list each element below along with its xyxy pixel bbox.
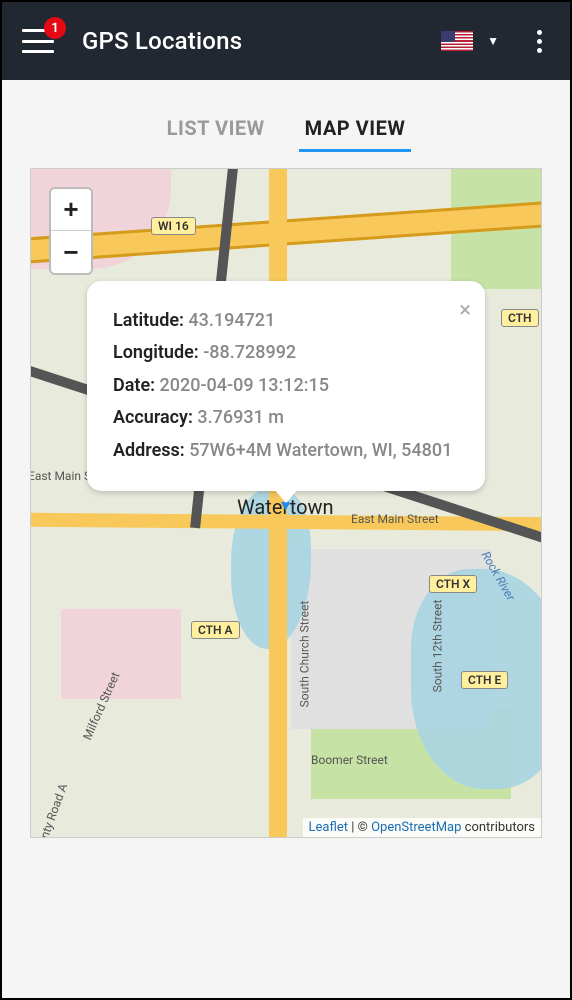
popup-address: Address: 57W6+4M Watertown, WI, 54801 xyxy=(113,435,459,467)
route-shield: CTH xyxy=(501,309,539,327)
leaflet-link[interactable]: Leaflet xyxy=(309,820,349,835)
zoom-out-button[interactable]: − xyxy=(51,231,91,273)
route-shield: WI 16 xyxy=(151,217,196,235)
page-title: GPS Locations xyxy=(82,27,242,55)
zoom-controls: + − xyxy=(49,187,93,275)
tab-map-view[interactable]: MAP VIEW xyxy=(305,116,406,150)
view-tabs: LIST VIEW MAP VIEW xyxy=(2,80,570,162)
osm-link[interactable]: OpenStreetMap xyxy=(371,820,461,835)
tab-list-view[interactable]: LIST VIEW xyxy=(167,116,265,150)
location-popup: × Latitude: 43.194721 Longitude: -88.728… xyxy=(87,281,485,491)
street-label: nty Road A xyxy=(37,782,70,838)
street-label: South Church Street xyxy=(297,601,311,708)
street-label: East Main Street xyxy=(351,512,439,526)
content-area: LIST VIEW MAP VIEW WI 16 CTH A CTH X CTH… xyxy=(2,80,570,998)
route-shield: CTH X xyxy=(429,575,477,593)
popup-longitude: Longitude: -88.728992 xyxy=(113,337,459,369)
notification-badge: 1 xyxy=(44,17,66,39)
route-shield: CTH A xyxy=(191,621,240,639)
popup-date: Date: 2020-04-09 13:12:15 xyxy=(113,370,459,402)
street-label: South 12th Street xyxy=(430,600,444,693)
route-shield: CTH E xyxy=(461,671,508,689)
more-options-icon[interactable] xyxy=(529,22,550,61)
menu-icon[interactable]: 1 xyxy=(22,29,54,53)
popup-latitude: Latitude: 43.194721 xyxy=(113,305,459,337)
map-tiles: WI 16 CTH A CTH X CTH E CTH East Main St… xyxy=(31,169,541,837)
close-icon[interactable]: × xyxy=(459,291,471,331)
map-attribution: Leaflet | © OpenStreetMap contributors xyxy=(303,818,541,837)
popup-accuracy: Accuracy: 3.76931 m xyxy=(113,402,459,434)
chevron-down-icon: ▼ xyxy=(487,34,499,48)
app-header: 1 GPS Locations ▼ xyxy=(2,2,570,80)
map-container[interactable]: WI 16 CTH A CTH X CTH E CTH East Main St… xyxy=(30,168,542,838)
us-flag-icon xyxy=(441,31,473,51)
language-selector[interactable]: ▼ xyxy=(441,31,499,51)
zoom-in-button[interactable]: + xyxy=(51,189,91,231)
street-label: Boomer Street xyxy=(311,753,388,767)
